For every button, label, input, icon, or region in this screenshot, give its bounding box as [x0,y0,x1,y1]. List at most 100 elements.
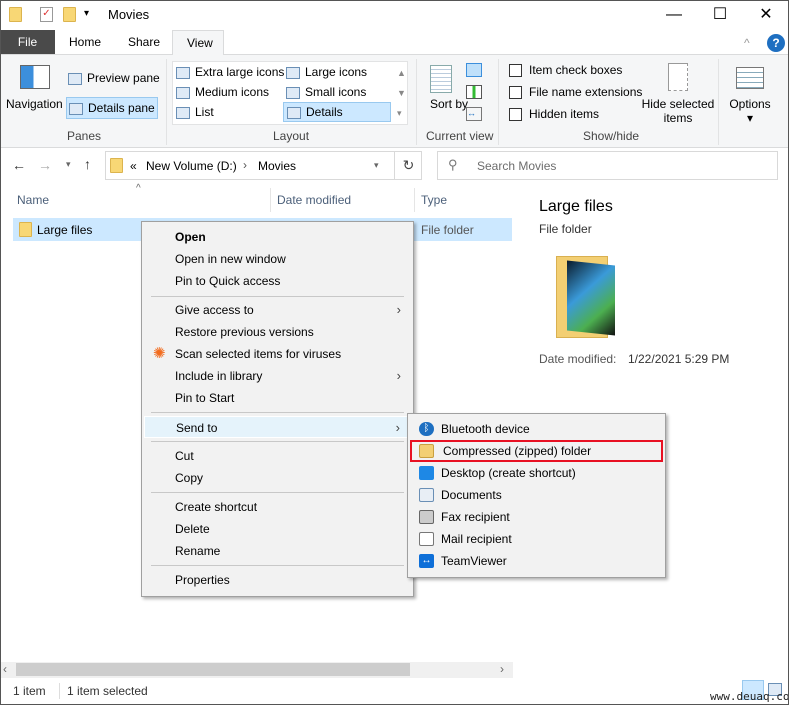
customize-toolbar-icon[interactable]: ▾ [84,8,89,19]
recent-locations-button[interactable]: ▾ [66,159,71,170]
search-input[interactable]: ⚲ Search Movies [437,151,778,180]
layout-large-icons[interactable]: Large icons [286,65,367,79]
file-type: File folder [421,223,474,237]
mail-icon [419,532,434,546]
maximize-button[interactable]: ☐ [697,0,743,30]
send-to-bluetooth[interactable]: ᛒ Bluetooth device [410,418,663,440]
group-label-layout: Layout [273,129,310,143]
minimize-button[interactable]: — [651,0,697,30]
address-overflow[interactable]: « [130,159,137,173]
documents-icon [419,488,434,502]
submenu-arrow-icon: › [395,420,400,435]
layout-medium-icons[interactable]: Medium icons [176,85,269,99]
menu-properties[interactable]: Properties [144,569,411,591]
send-to-documents[interactable]: Documents [410,484,663,506]
group-label-current-view: Current view [426,129,494,143]
menu-restore-versions[interactable]: Restore previous versions [144,321,411,343]
file-name-extensions-checkbox[interactable]: File name extensions [509,85,642,100]
submenu-arrow-icon: › [396,368,401,383]
send-to-mail[interactable]: Mail recipient [410,528,663,550]
tab-share[interactable]: Share [114,30,174,54]
back-button[interactable]: ← [12,157,26,173]
size-columns-icon[interactable]: ↔ [466,107,482,121]
collapse-ribbon-icon[interactable]: ^ [744,36,750,50]
scrollbar-thumb[interactable] [16,663,410,676]
menu-rename[interactable]: Rename [144,540,411,562]
zip-folder-icon [419,444,434,458]
refresh-button[interactable]: ↻ [394,152,422,179]
group-label-show-hide: Show/hide [583,129,640,143]
folder-icon [9,7,22,25]
menu-give-access[interactable]: Give access to › [144,299,411,321]
details-pane-button[interactable]: Details pane [66,97,158,119]
teamviewer-icon: ↔ [419,554,434,568]
new-folder-icon[interactable] [63,7,76,25]
layout-small-icons[interactable]: Small icons [286,85,366,99]
address-dropdown-icon[interactable]: ▾ [374,160,379,171]
breadcrumb-movies[interactable]: Movies [258,159,296,173]
preview-date-label: Date modified: [539,352,617,366]
search-placeholder: Search Movies [477,159,557,173]
menu-scan-viruses[interactable]: ✺ Scan selected items for viruses [144,343,411,365]
layout-list[interactable]: List [176,105,214,119]
layout-extra-large-icons[interactable]: Extra large icons [176,65,284,79]
column-type[interactable]: Type [421,193,447,207]
hide-selected-icon [668,63,688,91]
address-bar[interactable]: « New Volume (D:) › Movies ▾ ↻ [105,151,422,180]
folder-thumbnail [556,256,615,338]
breadcrumb-chevron-icon: › [243,158,247,172]
menu-copy[interactable]: Copy [144,467,411,489]
preview-subtitle: File folder [539,222,592,236]
horizontal-scrollbar[interactable]: ‹ › [0,662,513,678]
tab-home[interactable]: Home [55,30,115,54]
folder-icon [110,158,123,176]
tab-view[interactable]: View [172,30,224,55]
group-label-panes: Panes [67,129,102,143]
status-selected: 1 item selected [67,684,148,698]
help-icon[interactable]: ? [767,34,785,52]
item-check-boxes-checkbox[interactable]: Item check boxes [509,63,622,78]
add-columns-icon[interactable] [466,85,482,99]
ribbon: Navigation pane Preview pane Details pan… [0,54,789,148]
menu-delete[interactable]: Delete [144,518,411,540]
search-icon: ⚲ [448,157,458,172]
properties-icon[interactable]: ✓ [40,7,53,22]
options-icon [736,67,764,89]
menu-cut[interactable]: Cut [144,445,411,467]
send-to-compressed-folder[interactable]: Compressed (zipped) folder [410,440,663,462]
up-button[interactable]: ↑ [84,156,91,172]
menu-pin-start[interactable]: Pin to Start [144,387,411,409]
hide-selected-items-button[interactable]: Hide selected items [640,97,716,125]
preview-date-value: 1/22/2021 5:29 PM [628,352,730,366]
column-date-modified[interactable]: Date modified [277,193,351,207]
layout-details[interactable]: Details [283,102,391,122]
menu-send-to[interactable]: Send to › [144,416,411,438]
breadcrumb-new-volume[interactable]: New Volume (D:) [146,159,237,173]
preview-title: Large files [539,198,613,215]
send-to-teamviewer[interactable]: ↔ TeamViewer [410,550,663,572]
send-to-desktop[interactable]: Desktop (create shortcut) [410,462,663,484]
column-name[interactable]: Name [17,193,49,207]
menu-include-library[interactable]: Include in library › [144,365,411,387]
folder-icon [19,222,32,240]
hidden-items-checkbox[interactable]: Hidden items [509,107,599,122]
watermark: www.deuaq.com [710,690,789,703]
tab-file[interactable]: File [0,30,55,54]
layout-scroll[interactable]: ▲ ▼ ▾ [397,63,406,123]
sort-by-button[interactable]: Sort by [430,97,468,111]
menu-create-shortcut[interactable]: Create shortcut [144,496,411,518]
menu-pin-quick-access[interactable]: Pin to Quick access [144,270,411,292]
menu-open[interactable]: Open [144,226,411,248]
sort-icon [430,65,452,93]
preview-pane-button[interactable]: Preview pane [68,71,160,85]
scroll-left-icon[interactable]: ‹ [3,662,7,676]
forward-button[interactable]: → [38,157,52,173]
group-by-icon[interactable] [466,63,482,77]
send-to-fax[interactable]: Fax recipient [410,506,663,528]
scroll-right-icon[interactable]: › [500,662,504,676]
menu-open-new-window[interactable]: Open in new window [144,248,411,270]
close-button[interactable]: ✕ [743,0,789,30]
navigation-pane-button[interactable]: Navigation pane [6,97,93,111]
options-button[interactable]: Options ▾ [729,97,771,125]
file-name: Large files [37,223,93,237]
